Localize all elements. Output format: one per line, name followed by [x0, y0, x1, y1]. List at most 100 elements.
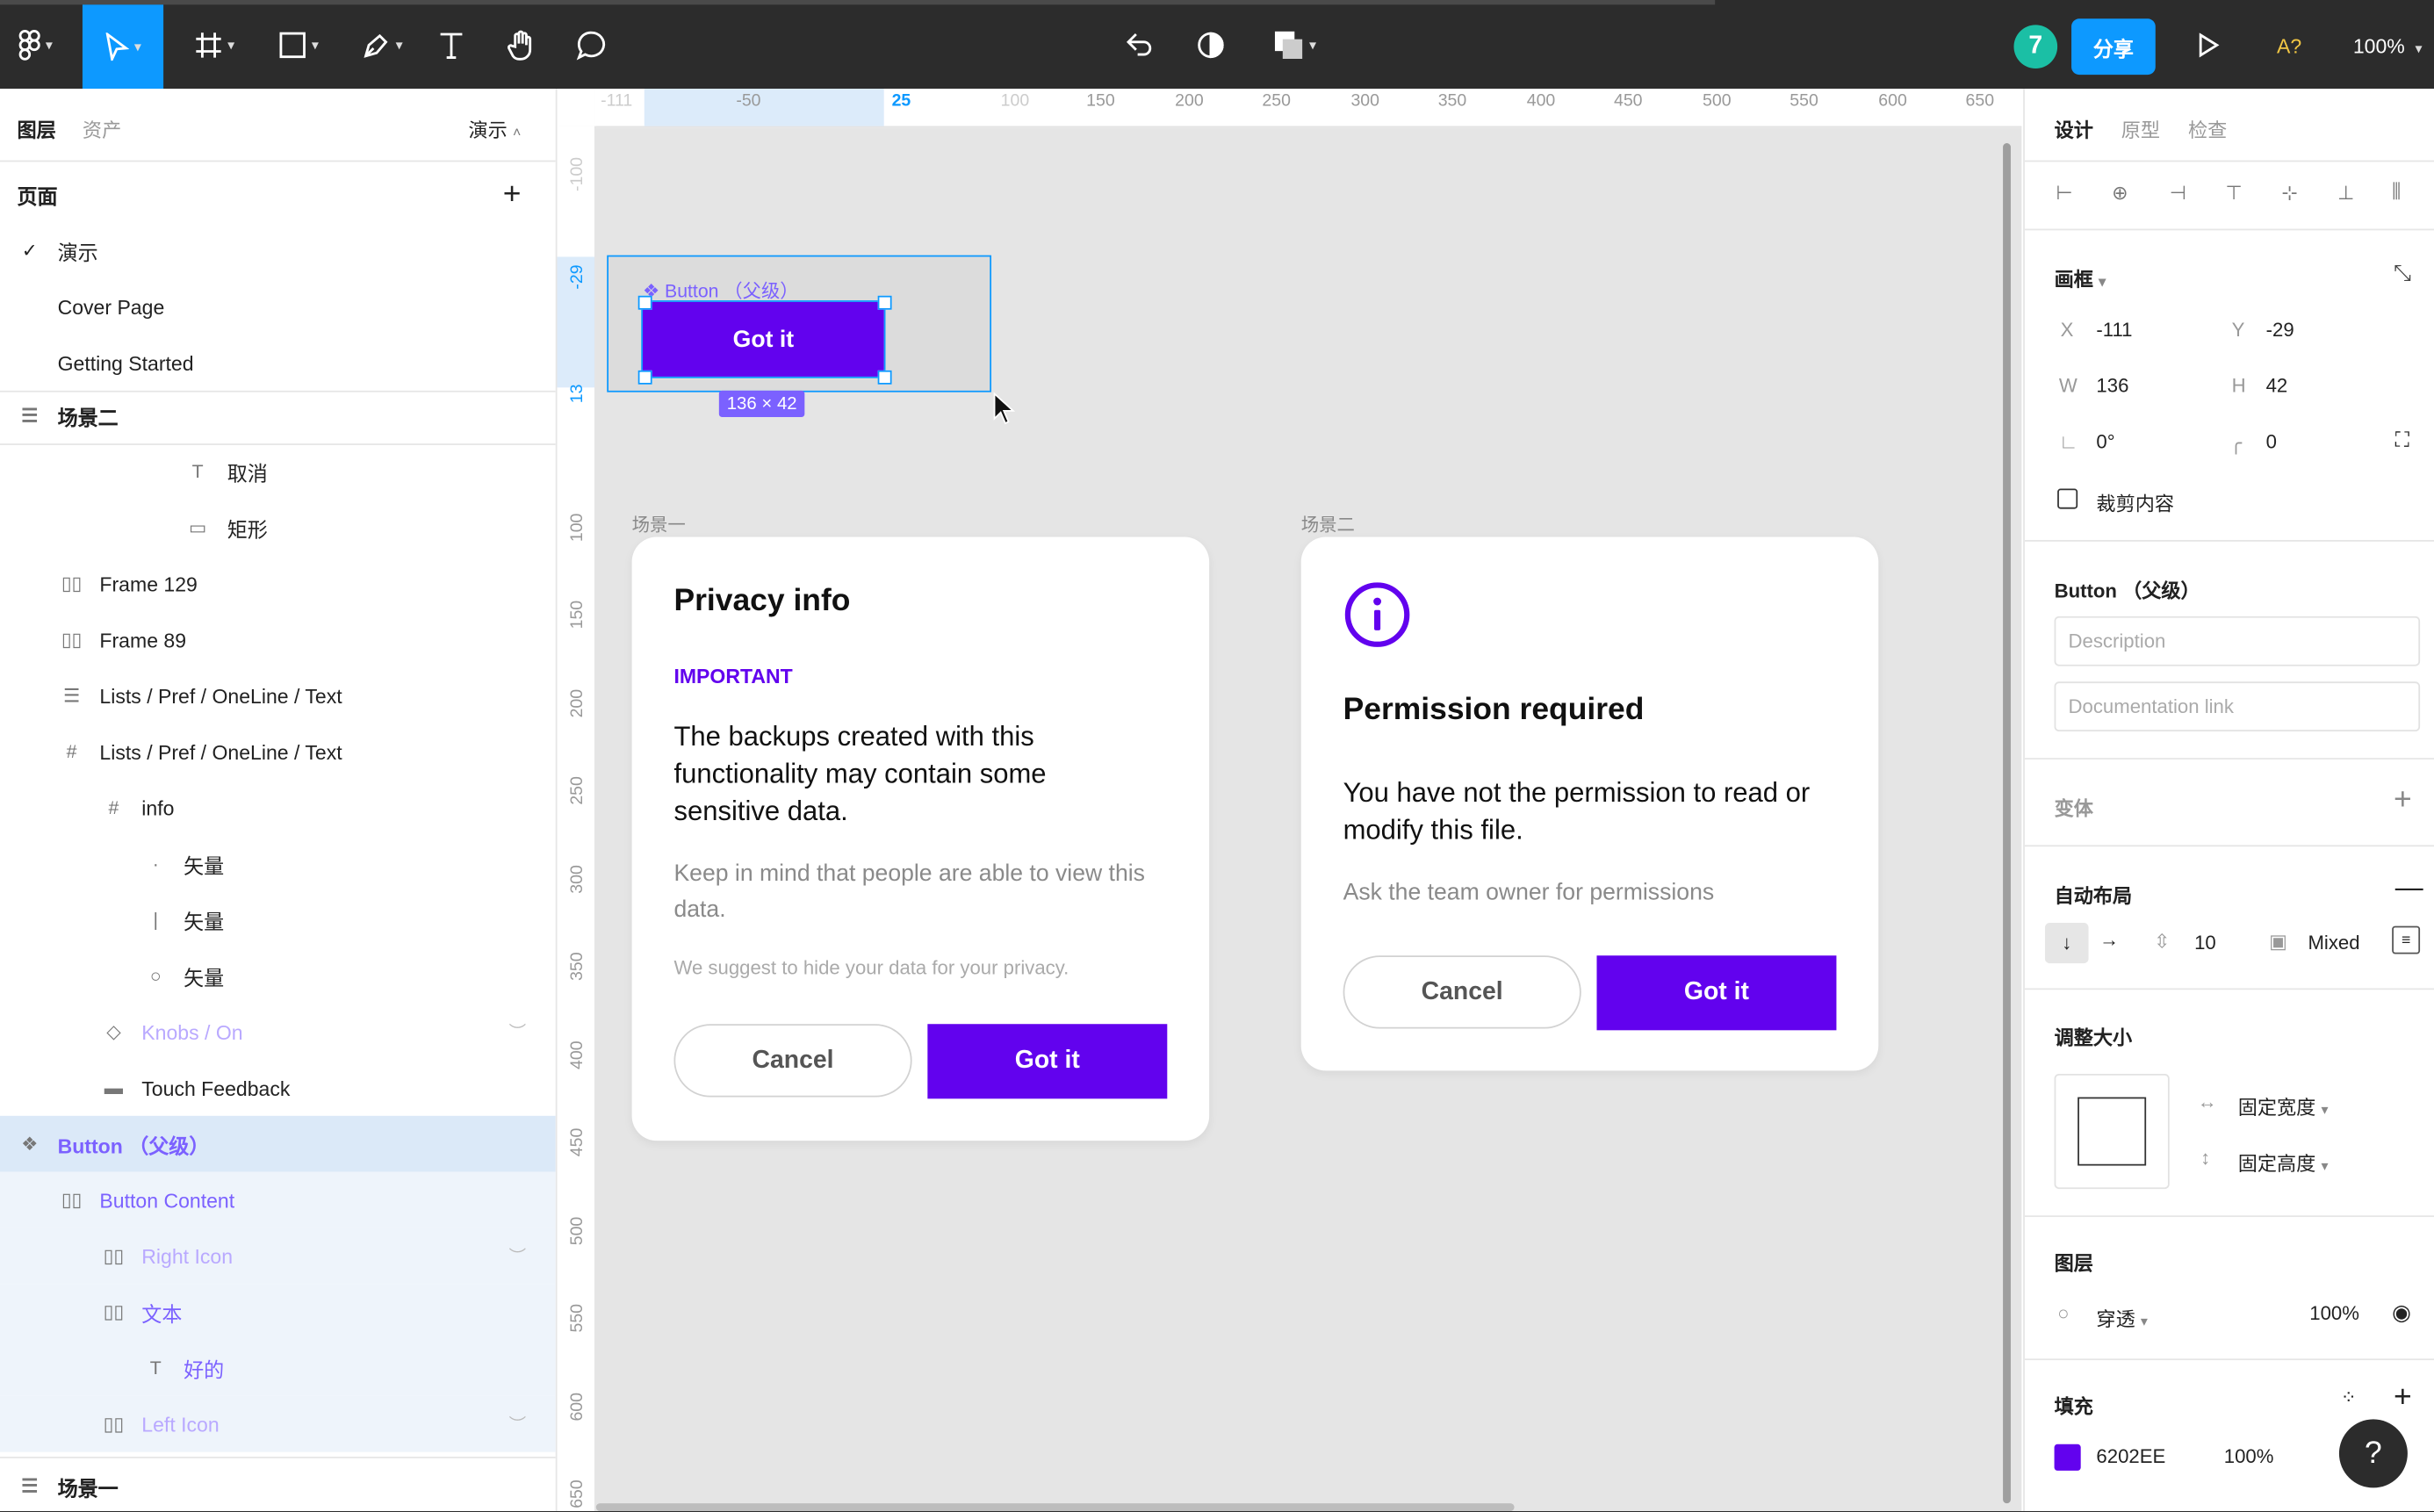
- layer-row-selected[interactable]: ❖ Button （父级）: [0, 1115, 556, 1172]
- description-input[interactable]: Description: [2054, 616, 2421, 666]
- hidden-eye-icon[interactable]: ︶: [509, 1019, 534, 1042]
- design-canvas[interactable]: ❖ Button （父级） Got it 136 × 42 场景一 场景二 Pr…: [595, 127, 2022, 1512]
- vertical-direction-icon[interactable]: ↓: [2044, 923, 2089, 964]
- layer-row-hidden[interactable]: ▯▯ Left Icon ︶: [0, 1395, 556, 1452]
- tab-inspect[interactable]: 检查: [2188, 113, 2227, 143]
- page-item-0[interactable]: ✓ 演示: [0, 222, 556, 278]
- y-input[interactable]: -29: [2266, 319, 2294, 341]
- align-right-icon[interactable]: ⊣: [2170, 181, 2186, 204]
- layer-row[interactable]: # Lists / Pref / OneLine / Text: [0, 724, 556, 780]
- hidden-eye-icon[interactable]: ︶: [509, 1412, 534, 1435]
- visibility-eye-icon[interactable]: ◉: [2392, 1300, 2411, 1326]
- horizontal-scrollbar[interactable]: [595, 1503, 1515, 1512]
- rotation-input[interactable]: 0°: [2096, 431, 2114, 453]
- documentation-link-input[interactable]: Documentation link: [2054, 681, 2421, 732]
- add-fill-icon[interactable]: +: [2394, 1380, 2412, 1416]
- layer-opacity-input[interactable]: 100%: [2309, 1302, 2359, 1324]
- layer-row[interactable]: ☰ Lists / Pref / OneLine / Text: [0, 667, 556, 724]
- selected-got-it-button[interactable]: Got it: [641, 300, 886, 378]
- text-tool-button[interactable]: [433, 17, 471, 73]
- alignment-settings-icon[interactable]: ≡: [2392, 925, 2421, 954]
- fill-opacity-input[interactable]: 100%: [2224, 1446, 2274, 1468]
- layer-row[interactable]: · 矢量: [0, 836, 556, 892]
- component-swap-button[interactable]: [1120, 17, 1158, 73]
- fill-color-swatch[interactable]: [2054, 1444, 2081, 1471]
- frame-label-scene2[interactable]: 场景二: [1301, 512, 1355, 536]
- layer-row[interactable]: ▯▯ 文本: [0, 1284, 556, 1341]
- resize-handle[interactable]: [637, 295, 652, 310]
- clip-content-checkbox[interactable]: [2057, 488, 2078, 509]
- resize-preview[interactable]: [2054, 1073, 2170, 1190]
- help-button[interactable]: ?: [2338, 1419, 2408, 1488]
- style-grid-icon[interactable]: ⁘: [2341, 1386, 2357, 1408]
- layer-row[interactable]: | 矢量: [0, 892, 556, 948]
- align-vertical-center-icon[interactable]: ⊹: [2281, 181, 2298, 204]
- accessibility-check[interactable]: A?: [2277, 34, 2301, 58]
- layer-row[interactable]: ▬ Touch Feedback: [0, 1060, 556, 1116]
- comment-tool-button[interactable]: [572, 17, 610, 73]
- pen-tool-button[interactable]: ▾: [352, 17, 414, 73]
- permission-required-dialog[interactable]: Permission required You have not the per…: [1300, 536, 1879, 1071]
- page-item-1[interactable]: Cover Page: [0, 278, 556, 335]
- align-left-icon[interactable]: ⊢: [2056, 181, 2072, 204]
- tab-assets[interactable]: 资产: [83, 113, 121, 143]
- horizontal-direction-icon[interactable]: →: [2099, 929, 2119, 951]
- layer-row[interactable]: ▭ 矩形: [0, 500, 556, 556]
- align-top-icon[interactable]: ⊤: [2226, 181, 2243, 204]
- width-input[interactable]: 136: [2096, 375, 2128, 397]
- spacing-input[interactable]: 10: [2194, 932, 2216, 954]
- page-item-2[interactable]: Getting Started: [0, 335, 556, 392]
- add-variant-icon[interactable]: +: [2394, 783, 2412, 819]
- tab-layers[interactable]: 图层: [17, 113, 55, 143]
- height-input[interactable]: 42: [2266, 375, 2288, 397]
- component-label[interactable]: ❖ Button （父级）: [643, 277, 798, 303]
- layer-row[interactable]: T 取消: [0, 443, 556, 500]
- layer-row[interactable]: T 好的: [0, 1340, 556, 1396]
- fixed-width-dropdown[interactable]: 固定宽度 ▾: [2238, 1091, 2329, 1120]
- layer-row[interactable]: ▯▯ Frame 129: [0, 556, 556, 612]
- zoom-control[interactable]: 100% ▾: [2353, 34, 2423, 58]
- main-menu-button[interactable]: ▾: [10, 17, 62, 73]
- fill-hex-input[interactable]: 6202EE: [2096, 1446, 2165, 1468]
- page-mode-dropdown[interactable]: 演示 ˄: [468, 113, 521, 143]
- layer-row[interactable]: ▯▯ Frame 89: [0, 612, 556, 668]
- cancel-button[interactable]: Cancel: [1343, 955, 1581, 1029]
- mask-button[interactable]: [1192, 17, 1230, 73]
- frame-label-scene1[interactable]: 场景一: [632, 512, 686, 536]
- shape-tool-button[interactable]: ▾: [268, 17, 330, 73]
- user-avatar[interactable]: 7: [2013, 25, 2058, 68]
- vertical-scrollbar[interactable]: [2003, 143, 2011, 1504]
- frame-tool-button[interactable]: ▾: [184, 17, 246, 73]
- layer-row[interactable]: ○ 矢量: [0, 947, 556, 1004]
- boolean-ops-button[interactable]: ▾: [1264, 17, 1326, 73]
- layer-row[interactable]: ▯▯ Button Content: [0, 1171, 556, 1228]
- independent-corners-icon[interactable]: ⛶: [2395, 428, 2409, 452]
- x-input[interactable]: -111: [2096, 319, 2132, 341]
- add-page-icon[interactable]: +: [501, 176, 523, 211]
- hidden-eye-icon[interactable]: ︶: [509, 1243, 534, 1266]
- move-tool-button[interactable]: ▾: [82, 4, 164, 90]
- present-button[interactable]: [2192, 17, 2226, 73]
- tab-design[interactable]: 设计: [2055, 113, 2093, 143]
- got-it-button[interactable]: Got it: [1596, 955, 1837, 1031]
- layer-row-scene1[interactable]: ☰ 场景一: [0, 1456, 556, 1512]
- got-it-button[interactable]: Got it: [927, 1024, 1168, 1099]
- layer-row-hidden[interactable]: ▯▯ Right Icon ︶: [0, 1228, 556, 1285]
- frame-header[interactable]: 画框 ▾: [2055, 263, 2106, 293]
- layer-row-scene2[interactable]: ☰ 场景二: [0, 387, 556, 445]
- remove-autolayout-icon[interactable]: —: [2395, 872, 2423, 904]
- layer-row-hidden[interactable]: ◇ Knobs / On ︶: [0, 1004, 556, 1060]
- layer-row[interactable]: # info: [0, 780, 556, 836]
- share-button[interactable]: 分享: [2071, 18, 2156, 76]
- cancel-button[interactable]: Cancel: [673, 1024, 912, 1098]
- resize-handle[interactable]: [877, 370, 892, 385]
- hand-tool-button[interactable]: [501, 17, 542, 73]
- align-bottom-icon[interactable]: ⊥: [2337, 181, 2354, 204]
- tab-prototype[interactable]: 原型: [2121, 113, 2160, 143]
- align-horizontal-center-icon[interactable]: ⊕: [2112, 181, 2128, 204]
- radius-input[interactable]: 0: [2266, 431, 2277, 453]
- blend-mode-dropdown[interactable]: 穿透 ▾: [2096, 1302, 2148, 1332]
- padding-input[interactable]: Mixed: [2308, 932, 2359, 954]
- resize-handle[interactable]: [877, 295, 892, 310]
- resize-handle[interactable]: [637, 370, 652, 385]
